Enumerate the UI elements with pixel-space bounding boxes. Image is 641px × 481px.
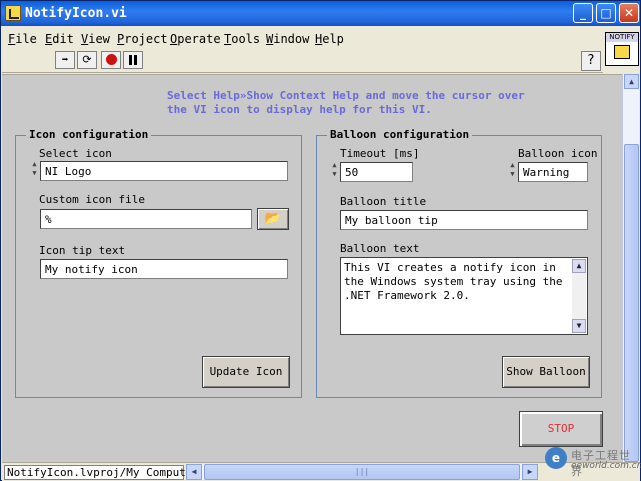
horizontal-scrollbar[interactable]: ◀ ||| ▶ bbox=[186, 464, 538, 480]
watermark-url: eeworld.com.cn bbox=[571, 461, 641, 471]
menu-help[interactable]: Help bbox=[315, 32, 344, 46]
title-bar[interactable]: NotifyIcon.vi _ □ ✕ bbox=[1, 1, 640, 26]
pause-icon[interactable] bbox=[123, 51, 143, 69]
update-icon-button[interactable]: Update Icon bbox=[202, 356, 290, 388]
abort-icon[interactable] bbox=[101, 51, 121, 69]
labview-app-icon bbox=[5, 5, 21, 21]
stop-button[interactable]: STOP bbox=[519, 411, 603, 447]
timeout-input[interactable]: 50 bbox=[340, 162, 413, 182]
timeout-stepper-icon[interactable]: ▲ ▼ bbox=[330, 161, 339, 181]
panel-scroll-up-icon[interactable]: ▲ bbox=[624, 74, 639, 89]
menu-view[interactable]: View bbox=[81, 32, 110, 46]
close-button[interactable]: ✕ bbox=[619, 3, 639, 23]
icon-tip-label: Icon tip text bbox=[39, 244, 126, 257]
balloon-text-label: Balloon text bbox=[340, 242, 420, 255]
eeworld-watermark: e 电子工程世界 eeworld.com.cn bbox=[543, 445, 641, 481]
vi-glyph-icon bbox=[614, 45, 630, 59]
scroll-down-icon[interactable]: ▼ bbox=[572, 319, 586, 333]
scroll-up-icon[interactable]: ▲ bbox=[572, 259, 586, 273]
menu-bar: File Edit View Project Operate Tools Win… bbox=[2, 27, 603, 49]
select-icon-increment-icon[interactable]: ▲ ▼ bbox=[30, 160, 39, 180]
balloon-icon-ring[interactable]: Warning bbox=[518, 162, 588, 182]
balloon-icon-increment-icon[interactable]: ▲ ▼ bbox=[508, 161, 517, 181]
run-continuously-icon[interactable]: ⟳ bbox=[77, 51, 97, 69]
help-note: Select Help»Show Context Help and move t… bbox=[167, 89, 525, 116]
maximize-button[interactable]: □ bbox=[596, 3, 616, 23]
select-icon-ring[interactable]: NI Logo bbox=[40, 161, 288, 181]
balloon-config-title: Balloon configuration bbox=[327, 128, 473, 141]
eeworld-logo-icon: e bbox=[545, 447, 567, 469]
show-balloon-button[interactable]: Show Balloon bbox=[502, 356, 590, 388]
custom-icon-file-path[interactable]: % bbox=[40, 209, 252, 229]
minimize-button[interactable]: _ bbox=[573, 3, 593, 23]
timeout-label: Timeout [ms] bbox=[340, 147, 420, 160]
icon-tip-input[interactable]: My notify icon bbox=[40, 259, 288, 279]
menu-tools[interactable]: Tools bbox=[224, 32, 260, 46]
menu-project[interactable]: Project bbox=[117, 32, 168, 46]
balloon-title-label: Balloon title bbox=[340, 195, 427, 208]
window-title: NotifyIcon.vi bbox=[25, 6, 127, 21]
vi-connector-icon[interactable]: NOTIFY bbox=[605, 32, 639, 66]
horizontal-scroll-thumb[interactable]: ||| bbox=[204, 464, 520, 480]
panel-vertical-scrollbar[interactable]: ▲ bbox=[622, 74, 639, 462]
vi-icon-label: NOTIFY bbox=[606, 33, 638, 42]
menu-operate[interactable]: Operate bbox=[170, 32, 221, 46]
project-path: NotifyIcon.lvproj/My Computer bbox=[4, 465, 199, 480]
scroll-left-icon[interactable]: ◀ bbox=[186, 464, 202, 480]
toolbar: ➡ ⟳ bbox=[2, 49, 603, 73]
balloon-text-scrollbar[interactable]: ▲ ▼ bbox=[572, 259, 586, 333]
context-help-button[interactable]: ? bbox=[581, 51, 601, 71]
balloon-text-area[interactable]: This VI creates a notify icon in the Win… bbox=[340, 257, 588, 335]
vi-window: NotifyIcon.vi _ □ ✕ File Edit View Proje… bbox=[0, 0, 641, 481]
browse-folder-icon[interactable]: 📂 bbox=[257, 208, 289, 230]
balloon-icon-label: Balloon icon bbox=[518, 147, 598, 160]
menu-file[interactable]: File bbox=[8, 32, 37, 46]
custom-icon-file-label: Custom icon file bbox=[39, 193, 145, 206]
icon-config-title: Icon configuration bbox=[26, 128, 152, 141]
balloon-text-value: This VI creates a notify icon in the Win… bbox=[344, 261, 563, 302]
balloon-title-input[interactable]: My balloon tip bbox=[340, 210, 588, 230]
select-icon-label: Select icon bbox=[39, 147, 112, 160]
menu-window[interactable]: Window bbox=[266, 32, 309, 46]
panel-scroll-thumb[interactable] bbox=[624, 144, 639, 462]
menu-edit[interactable]: Edit bbox=[45, 32, 74, 46]
scroll-right-icon[interactable]: ▶ bbox=[522, 464, 538, 480]
run-arrow-icon[interactable]: ➡ bbox=[55, 51, 75, 69]
path-prefix: % bbox=[45, 213, 52, 226]
